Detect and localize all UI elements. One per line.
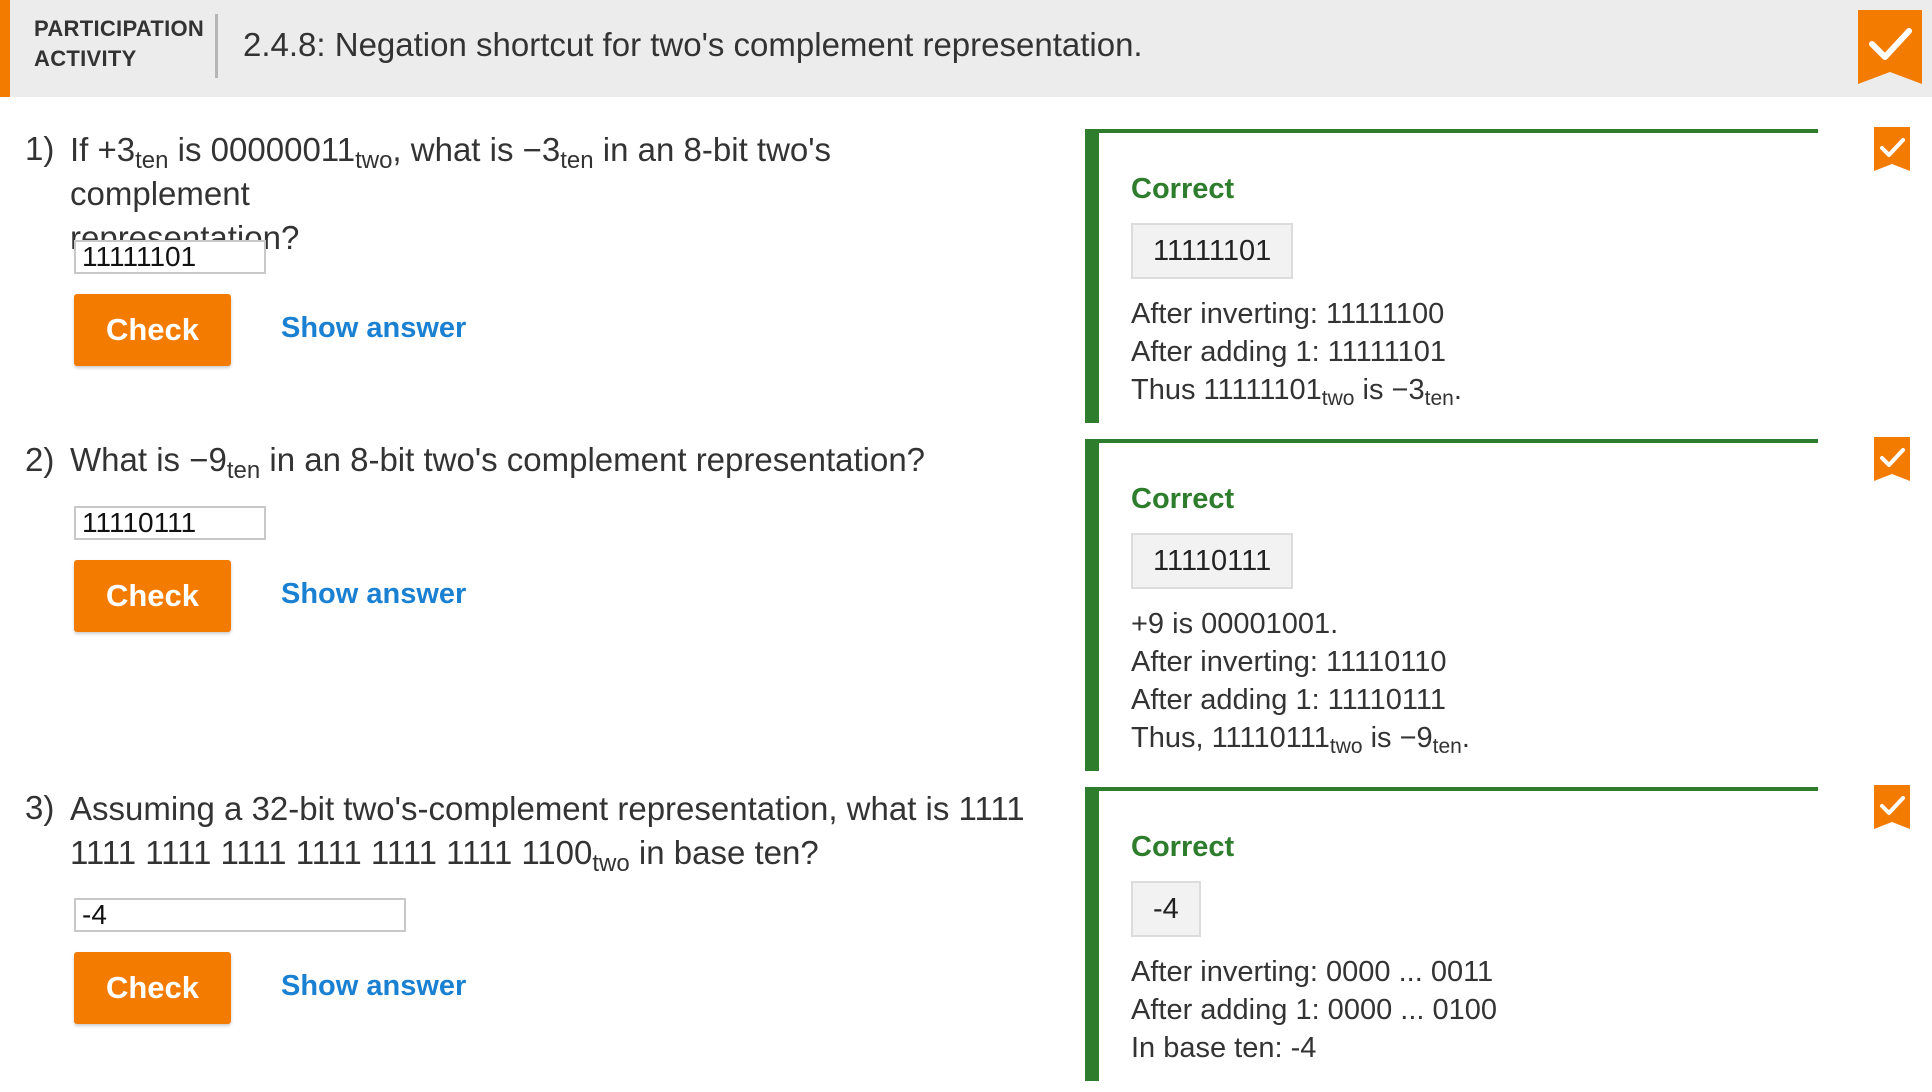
completed-check-icon xyxy=(1874,437,1910,481)
feedback-status: Correct xyxy=(1131,483,1235,515)
explanation-line: +9 is 00001001. xyxy=(1131,608,1339,640)
question-number: 3) xyxy=(25,789,55,826)
show-answer-link[interactable]: Show answer xyxy=(281,970,466,1003)
feedback-panel: Correct 11110111 +9 is 00001001. After i… xyxy=(1085,439,1818,771)
feedback-answer-box: -4 xyxy=(1131,881,1201,937)
check-button[interactable]: Check xyxy=(74,560,231,632)
activity-header: PARTICIPATION ACTIVITY 2.4.8: Negation s… xyxy=(0,0,1932,97)
subscript: ten xyxy=(1424,387,1454,410)
explanation-line: After inverting: 11110110 xyxy=(1131,646,1447,678)
check-button[interactable]: Check xyxy=(74,294,231,366)
activity-title: 2.4.8: Negation shortcut for two's compl… xyxy=(243,26,1143,63)
question-text-part: What is −9 xyxy=(70,441,227,478)
explanation-line: After adding 1: 11110111 xyxy=(1131,684,1446,716)
subscript: ten xyxy=(560,147,594,174)
explanation-text: . xyxy=(1461,722,1470,754)
explanation-text: . xyxy=(1453,374,1462,406)
header-divider xyxy=(215,14,218,78)
question-text-part: is 00000011 xyxy=(168,131,356,168)
answer-input[interactable] xyxy=(74,898,406,932)
question-text: Assuming a 32-bit two's-complement repre… xyxy=(70,787,1030,877)
explanation-text: Thus 11111101 xyxy=(1131,374,1322,406)
check-button[interactable]: Check xyxy=(74,952,231,1024)
explanation-line: Thus 11111101two is −3ten. xyxy=(1131,371,1462,409)
feedback-status: Correct xyxy=(1131,831,1235,863)
subscript: ten xyxy=(226,457,261,484)
feedback-answer-box: 11110111 xyxy=(1131,533,1294,589)
feedback-explanation: After inverting: 0000 ... 0011 After add… xyxy=(1131,953,1497,1067)
subscript: two xyxy=(592,850,630,877)
completed-check-icon xyxy=(1874,127,1910,171)
explanation-line: After adding 1: 0000 ... 0100 xyxy=(1131,994,1497,1026)
explanation-text: is −9 xyxy=(1362,722,1433,754)
checkmark-badge-icon xyxy=(1858,10,1922,84)
question-number: 2) xyxy=(25,441,55,478)
activity-type-line2: ACTIVITY xyxy=(34,46,137,71)
explanation-line: After inverting: 11111100 xyxy=(1131,298,1445,330)
subscript: two xyxy=(1321,387,1355,410)
subscript: ten xyxy=(135,147,169,174)
question-text-part: Assuming a 32-bit two's-complement repre… xyxy=(70,790,1025,827)
subscript: two xyxy=(355,147,393,174)
feedback-panel: Correct -4 After inverting: 0000 ... 001… xyxy=(1085,787,1818,1081)
subscript: ten xyxy=(1432,735,1462,758)
question-number: 1) xyxy=(25,130,55,167)
question-text-part: in base ten? xyxy=(629,834,819,871)
explanation-line: In base ten: -4 xyxy=(1131,1032,1317,1064)
activity-type-label: PARTICIPATION ACTIVITY xyxy=(34,14,204,74)
completed-check-icon xyxy=(1874,785,1910,829)
answer-input[interactable] xyxy=(74,506,266,540)
explanation-text: is −3 xyxy=(1354,374,1425,406)
explanation-line: After adding 1: 11111101 xyxy=(1131,336,1446,368)
explanation-line: After inverting: 0000 ... 0011 xyxy=(1131,956,1494,988)
feedback-answer-box: 11111101 xyxy=(1131,223,1294,279)
question-text-part: in an 8-bit two's complement representat… xyxy=(260,441,926,478)
answer-input[interactable] xyxy=(74,240,266,274)
show-answer-link[interactable]: Show answer xyxy=(281,312,466,345)
question-text-part: If +3 xyxy=(70,131,136,168)
feedback-explanation: +9 is 00001001. After inverting: 1111011… xyxy=(1131,605,1470,757)
feedback-status: Correct xyxy=(1131,173,1235,205)
question-text-part: , what is −3 xyxy=(392,131,561,168)
feedback-explanation: After inverting: 11111100 After adding 1… xyxy=(1131,295,1462,409)
question-text-part: 1111 1111 1111 1111 1111 1111 1100 xyxy=(70,834,593,871)
show-answer-link[interactable]: Show answer xyxy=(281,578,466,611)
feedback-panel: Correct 11111101 After inverting: 111111… xyxy=(1085,129,1818,423)
subscript: two xyxy=(1329,735,1363,758)
explanation-text: Thus, 11110111 xyxy=(1131,722,1330,754)
activity-type-line1: PARTICIPATION xyxy=(34,16,205,41)
explanation-line: Thus, 11110111two is −9ten. xyxy=(1131,719,1470,757)
question-text: What is −9ten in an 8-bit two's compleme… xyxy=(70,438,1010,484)
